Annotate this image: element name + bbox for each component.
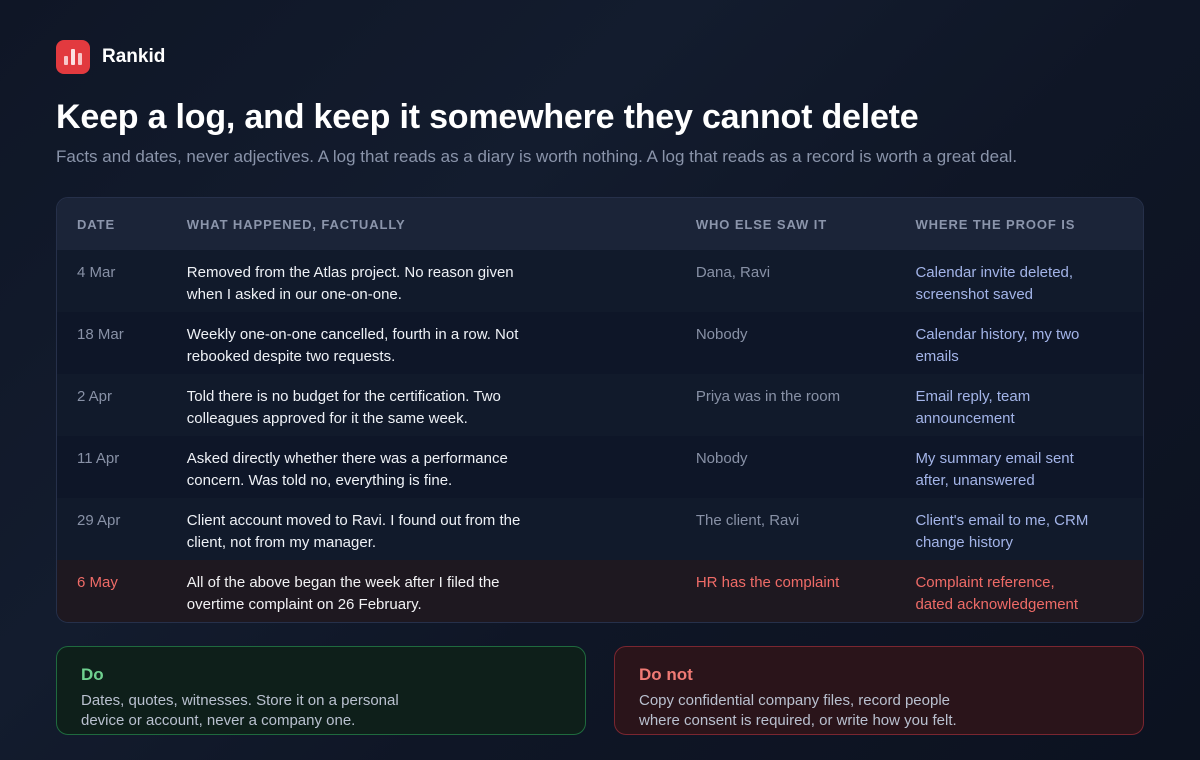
row-date: 29 Apr xyxy=(77,512,121,529)
row-proof: Client's email to me, CRM change history xyxy=(915,512,1089,551)
row-date: 11 Apr xyxy=(77,450,120,467)
row-date: 4 Mar xyxy=(77,264,116,281)
row-what: Asked directly whether there was a perfo… xyxy=(186,450,508,489)
row-proof: My summary email sent after, unanswered xyxy=(915,450,1074,489)
row-date: 6 May xyxy=(77,574,118,591)
log-table: DATE WHAT HAPPENED, FACTUALLY WHO ELSE S… xyxy=(56,197,1144,623)
row-proof: Email reply, team announcement xyxy=(915,388,1031,427)
table-row: 29 Apr Client account moved to Ravi. I f… xyxy=(57,498,1143,560)
table-header: DATE WHAT HAPPENED, FACTUALLY WHO ELSE S… xyxy=(57,198,1143,250)
row-who: Dana, Ravi xyxy=(695,264,771,281)
brand-name: Rankid xyxy=(102,46,166,67)
row-who: HR has the complaint xyxy=(695,574,840,591)
page: Rankid Keep a log, and keep it somewhere… xyxy=(0,0,1200,760)
table-row: 18 Mar Weekly one-on-one cancelled, four… xyxy=(57,312,1143,374)
row-proof: Complaint reference, dated acknowledgeme… xyxy=(915,574,1079,613)
column-header-proof: WHERE THE PROOF IS xyxy=(915,216,1076,232)
row-what: Removed from the Atlas project. No reaso… xyxy=(186,264,514,303)
column-header-date: DATE xyxy=(77,216,116,232)
do-not-card: Do not Copy confidential company files, … xyxy=(614,646,1144,735)
do-card-body: Dates, quotes, witnesses. Store it on a … xyxy=(81,692,399,729)
row-who: Nobody xyxy=(695,450,748,467)
table-row: 2 Apr Told there is no budget for the ce… xyxy=(57,374,1143,436)
row-proof: Calendar history, my two emails xyxy=(915,326,1080,365)
do-not-card-body: Copy confidential company files, record … xyxy=(639,692,957,729)
row-who: Nobody xyxy=(695,326,748,343)
do-card-title: Do xyxy=(81,665,104,684)
row-proof: Calendar invite deleted, screenshot save… xyxy=(915,264,1074,303)
do-not-card-title: Do not xyxy=(639,665,693,684)
row-what: Told there is no budget for the certific… xyxy=(186,388,501,427)
table-row: 11 Apr Asked directly whether there was … xyxy=(57,436,1143,498)
page-subtitle: Facts and dates, never adjectives. A log… xyxy=(56,147,1018,166)
row-what: All of the above began the week after I … xyxy=(186,574,500,613)
bar-chart-icon xyxy=(56,40,90,74)
row-who: Priya was in the room xyxy=(695,388,841,405)
guidance-cards: Do Dates, quotes, witnesses. Store it on… xyxy=(56,646,1144,735)
row-what: Client account moved to Ravi. I found ou… xyxy=(186,512,521,551)
row-who: The client, Ravi xyxy=(695,512,800,529)
row-date: 2 Apr xyxy=(77,388,113,405)
table-row-highlighted: 6 May All of the above began the week af… xyxy=(57,560,1143,622)
do-card: Do Dates, quotes, witnesses. Store it on… xyxy=(56,646,586,735)
table-row: 4 Mar Removed from the Atlas project. No… xyxy=(57,250,1143,312)
page-title: Keep a log, and keep it somewhere they c… xyxy=(56,98,919,136)
column-header-who: WHO ELSE SAW IT xyxy=(695,216,828,232)
row-date: 18 Mar xyxy=(77,326,124,343)
brand: Rankid xyxy=(56,40,1144,74)
column-header-what: WHAT HAPPENED, FACTUALLY xyxy=(186,216,406,232)
row-what: Weekly one-on-one cancelled, fourth in a… xyxy=(186,326,519,365)
